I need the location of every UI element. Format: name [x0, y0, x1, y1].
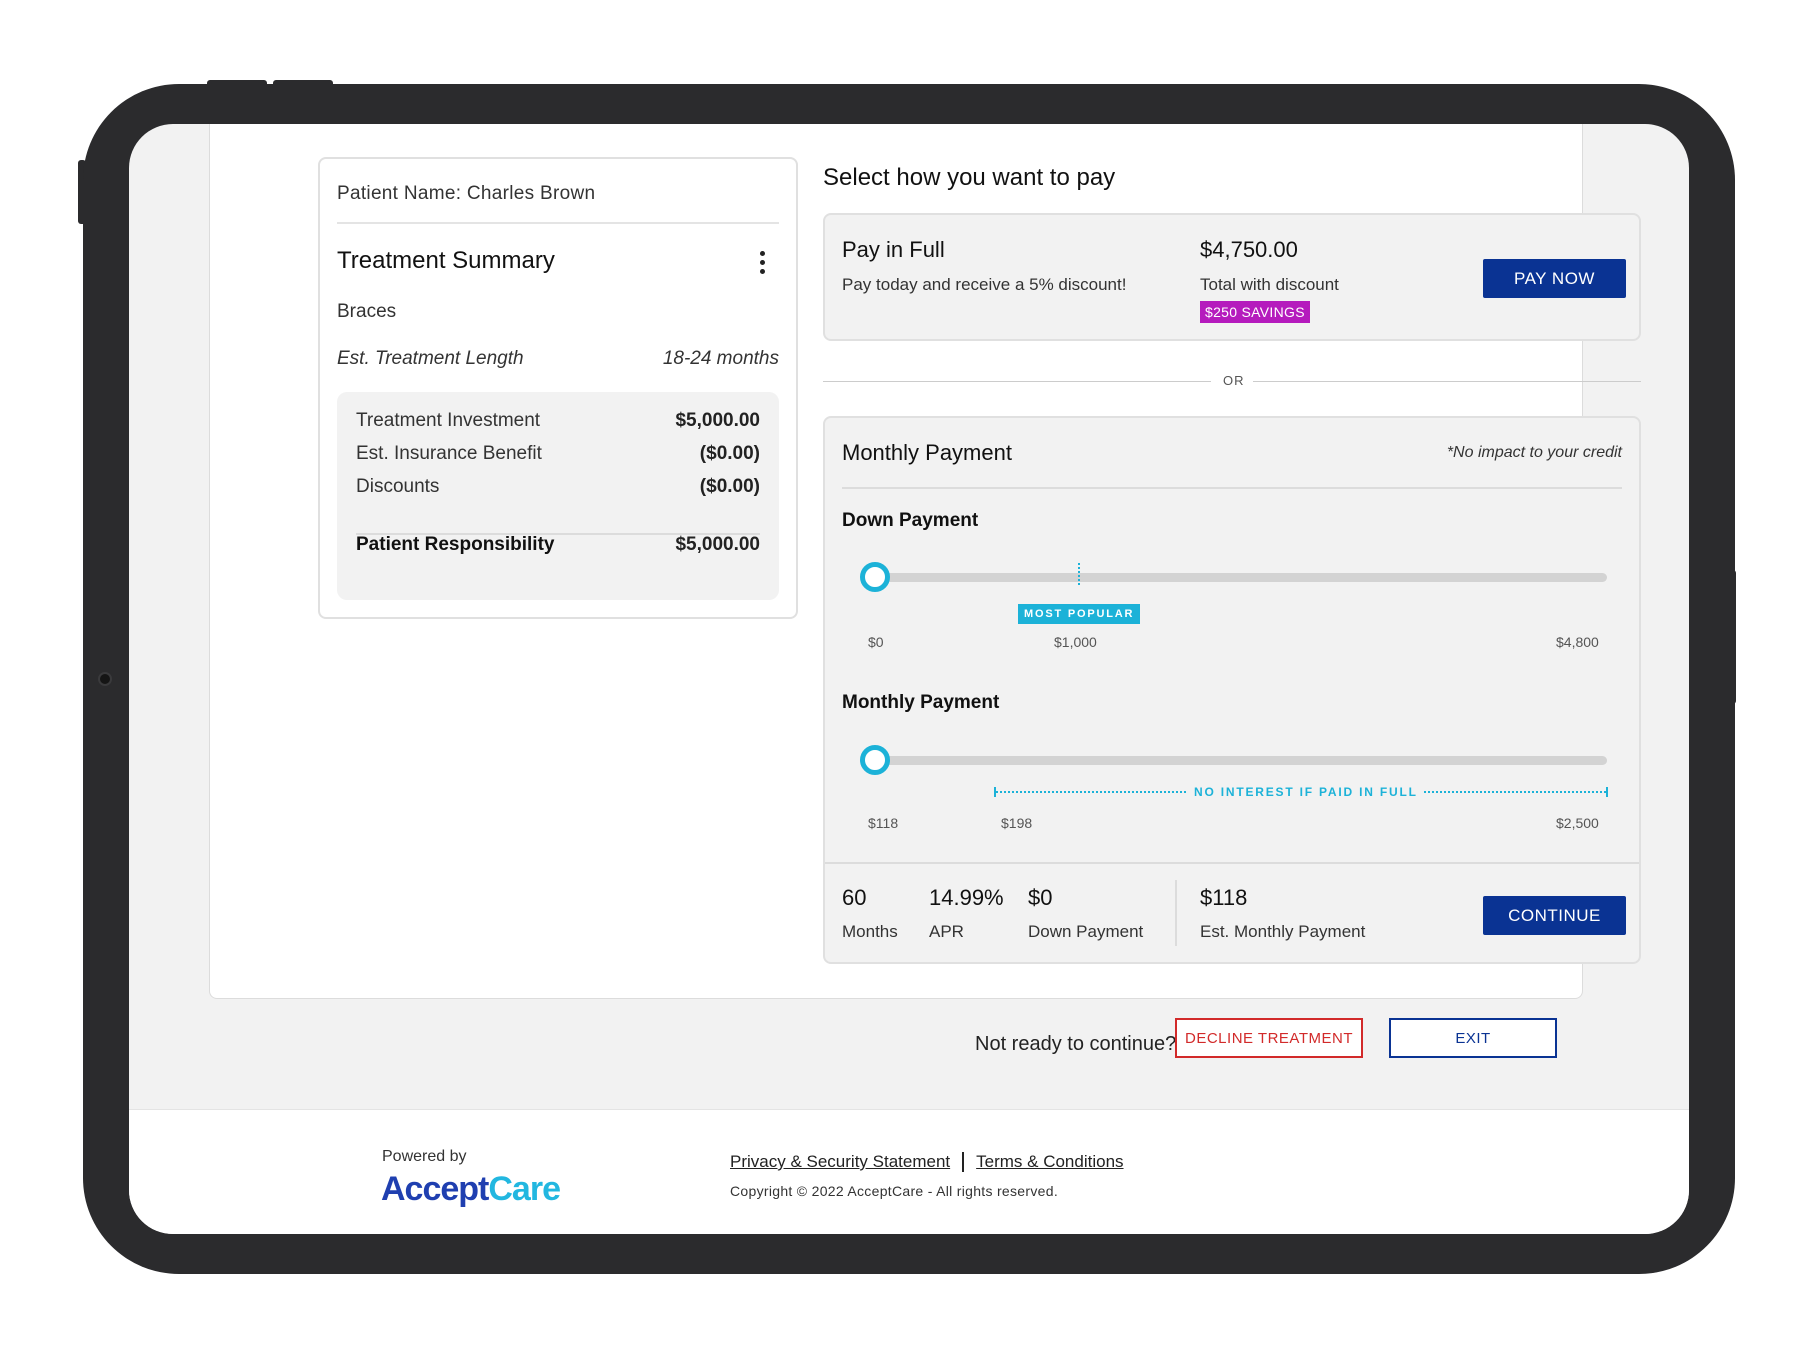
investment-breakdown: Treatment Investment $5,000.00 Est. Insu…	[337, 392, 779, 600]
divider	[823, 381, 1211, 382]
down-payment-min-label: $0	[868, 634, 884, 650]
est-monthly-label: Est. Monthly Payment	[1200, 922, 1366, 941]
interest-range-end	[1606, 787, 1608, 797]
investment-row-value: ($0.00)	[699, 476, 760, 497]
continue-button[interactable]: CONTINUE	[1483, 896, 1626, 935]
down-payment-summary-label: Down Payment	[1028, 922, 1144, 941]
treatment-name: Braces	[337, 301, 397, 322]
footer-links: Privacy & Security Statement Terms & Con…	[730, 1152, 1124, 1172]
patient-responsibility-row: Patient Responsibility $5,000.00	[356, 534, 760, 556]
monthly-payment-card: Monthly Payment *No impact to your credi…	[823, 416, 1641, 964]
footer: Powered by AcceptCare Privacy & Security…	[129, 1109, 1689, 1234]
treatment-length-label: Est. Treatment Length	[337, 348, 524, 369]
no-interest-note: NO INTEREST IF PAID IN FULL	[1188, 785, 1424, 799]
exit-button[interactable]: EXIT	[1389, 1018, 1557, 1058]
main-card: Patient Name: Charles Brown Treatment Su…	[209, 124, 1641, 999]
divider	[1253, 381, 1641, 382]
patient-responsibility-value: $5,000.00	[675, 534, 760, 555]
treatment-summary-title: Treatment Summary	[337, 247, 555, 274]
monthly-payment-slider-thumb[interactable]	[860, 745, 890, 775]
apr-label: APR	[929, 922, 964, 941]
months-label: Months	[842, 922, 898, 941]
treatment-summary-panel: Patient Name: Charles Brown Treatment Su…	[318, 157, 798, 619]
down-payment-slider-track[interactable]	[875, 573, 1607, 582]
divider	[337, 222, 779, 224]
popular-tick	[1078, 563, 1080, 585]
credit-note: *No impact to your credit	[1446, 444, 1622, 461]
patient-name: Patient Name: Charles Brown	[337, 183, 596, 204]
pay-in-full-amount-label: Total with discount	[1200, 275, 1339, 294]
monthly-payment-min-label: $118	[868, 815, 899, 831]
pay-in-full-subtitle: Pay today and receive a 5% discount!	[842, 275, 1127, 294]
privacy-link[interactable]: Privacy & Security Statement	[730, 1152, 950, 1172]
down-payment-max-label: $4,800	[1556, 634, 1599, 650]
decline-treatment-button[interactable]: DECLINE TREATMENT	[1175, 1018, 1363, 1058]
investment-row-label: Est. Insurance Benefit	[356, 443, 542, 464]
monthly-payment-label: Monthly Payment	[842, 692, 1000, 713]
divider	[825, 862, 1639, 864]
months-value: 60	[842, 885, 867, 910]
investment-row-value: $5,000.00	[675, 410, 760, 431]
down-payment-mid-label: $1,000	[1054, 634, 1097, 650]
investment-row-label: Discounts	[356, 476, 440, 497]
down-payment-label: Down Payment	[842, 510, 979, 531]
powered-by-label: Powered by	[382, 1148, 467, 1165]
camera-icon	[98, 672, 112, 686]
monthly-payment-mid-label: $198	[1001, 815, 1033, 831]
monthly-payment-max-label: $2,500	[1556, 815, 1599, 831]
investment-row-value: ($0.00)	[699, 443, 760, 464]
more-options-icon[interactable]	[760, 251, 766, 274]
terms-link[interactable]: Terms & Conditions	[976, 1152, 1123, 1172]
most-popular-badge: MOST POPULAR	[1018, 604, 1141, 624]
copyright-text: Copyright © 2022 AcceptCare - All rights…	[730, 1183, 1059, 1199]
pay-in-full-title: Pay in Full	[842, 237, 945, 262]
investment-row: Discounts ($0.00)	[356, 476, 760, 498]
divider	[842, 487, 1622, 489]
down-payment-value: $0	[1028, 885, 1053, 910]
monthly-payment-title: Monthly Payment	[842, 440, 1012, 465]
treatment-length-value: 18-24 months	[662, 348, 779, 369]
acceptcare-logo: AcceptCare	[381, 1170, 561, 1208]
monthly-payment-slider-track[interactable]	[875, 756, 1607, 765]
savings-badge: $250 SAVINGS	[1200, 301, 1310, 323]
investment-row: Est. Insurance Benefit ($0.00)	[356, 443, 760, 465]
investment-row: Treatment Investment $5,000.00	[356, 410, 760, 432]
pay-now-button[interactable]: PAY NOW	[1483, 259, 1626, 298]
pay-in-full-card: Pay in Full Pay today and receive a 5% d…	[823, 213, 1641, 341]
tablet-screen: Patient Name: Charles Brown Treatment Su…	[129, 124, 1689, 1234]
patient-responsibility-label: Patient Responsibility	[356, 534, 555, 555]
divider	[1175, 880, 1177, 946]
or-separator: OR	[823, 371, 1641, 391]
or-label: OR	[1223, 373, 1245, 388]
down-payment-slider-thumb[interactable]	[860, 562, 890, 592]
not-ready-prompt: Not ready to continue?	[975, 1033, 1177, 1055]
pay-in-full-amount: $4,750.00	[1200, 237, 1298, 262]
investment-row-label: Treatment Investment	[356, 410, 541, 431]
apr-value: 14.99%	[929, 885, 1004, 910]
est-monthly-value: $118	[1200, 885, 1248, 910]
payment-section-title: Select how you want to pay	[823, 164, 1116, 191]
link-separator	[962, 1152, 965, 1172]
